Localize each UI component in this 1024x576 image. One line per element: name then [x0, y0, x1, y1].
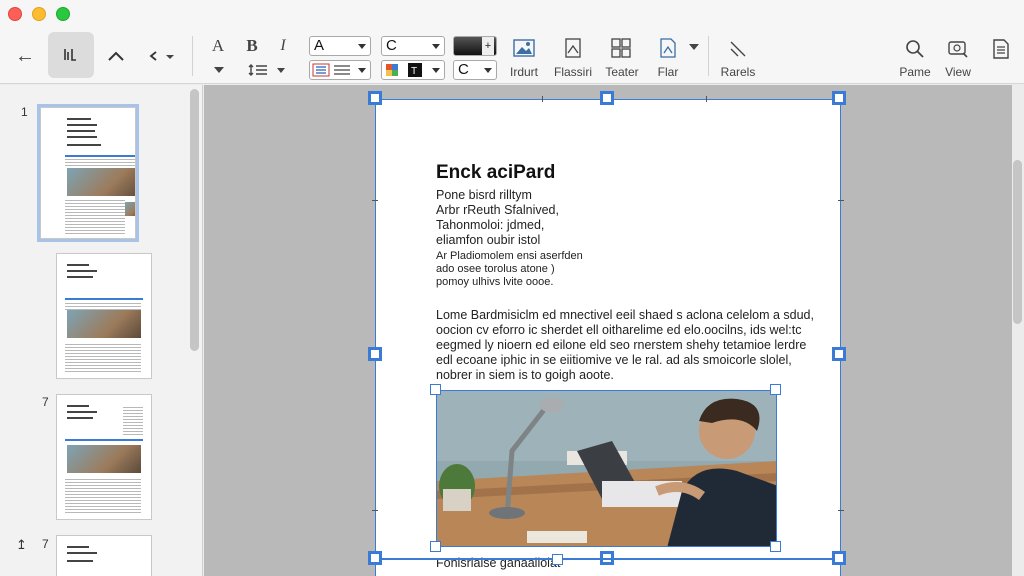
size-select[interactable]: C	[453, 60, 497, 80]
toolbar: ← A B I A C T + C Irdurt Flassiri Teater…	[0, 28, 1024, 84]
close-window-button[interactable]	[8, 7, 22, 21]
font-family-value: A	[314, 37, 325, 54]
color-swatch-icon: T	[386, 63, 422, 77]
text-line: nobrer in siem is to goigh aoote.	[436, 368, 614, 382]
canvas-scrollbar[interactable]	[1013, 160, 1022, 324]
page-number: 7	[42, 395, 49, 409]
zoom-window-button[interactable]	[56, 7, 70, 21]
line-spacing-icon[interactable]	[246, 62, 290, 78]
text-line: Lome Bardmisiclm ed mnectivel eeil shaed…	[436, 308, 814, 322]
document-title[interactable]: Enck aciPard	[436, 162, 555, 184]
resize-handle-bottom-left[interactable]	[368, 551, 382, 565]
finish-icon[interactable]	[561, 36, 585, 60]
font-dropdown-arrow-icon[interactable]	[212, 64, 226, 76]
insert-image-icon[interactable]	[512, 36, 536, 60]
page-thumbnail-2[interactable]	[56, 253, 152, 379]
color-select[interactable]: T	[381, 60, 445, 80]
text-line: Pone bisrd rilltym	[436, 188, 532, 202]
sidebar-scrollbar[interactable]	[190, 89, 199, 351]
font-a-icon[interactable]: A	[208, 36, 228, 56]
resize-handle-left[interactable]	[368, 347, 382, 361]
person-at-desk-image	[437, 391, 776, 546]
font-style-value: C	[386, 37, 397, 54]
image-handle-bottom-left[interactable]	[430, 541, 441, 552]
image-handle-top-right[interactable]	[770, 384, 781, 395]
body-paragraph[interactable]: Lome Bardmisiclm ed mnectivel eeil shaed…	[436, 308, 814, 383]
align-icon	[312, 63, 350, 77]
page-thumbnail-4[interactable]	[56, 535, 152, 576]
document-page[interactable]: Enck aciPard Pone bisrd rilltym Arbr rRe…	[372, 96, 844, 576]
prev-menu-button[interactable]	[146, 44, 178, 68]
text-line: eegmed ly nioern ed eilone eld seo rners…	[436, 338, 807, 352]
view-icon[interactable]	[947, 38, 969, 60]
document-photo[interactable]	[436, 390, 777, 547]
text-line: Arbr rReuth Sfalnived,	[436, 203, 559, 217]
search-icon[interactable]	[904, 38, 926, 60]
document-icon[interactable]	[990, 38, 1012, 60]
text-line: Ar Pladiomolem ensi aserfden	[436, 250, 583, 262]
title-bar	[0, 0, 1024, 28]
resize-handle-top-left[interactable]	[368, 91, 382, 105]
view-label[interactable]: View	[928, 65, 988, 79]
panels-icon[interactable]	[727, 38, 749, 60]
page-thumbnail-1[interactable]	[37, 104, 139, 242]
minimize-window-button[interactable]	[32, 7, 46, 21]
panels-label[interactable]: Rarels	[708, 65, 768, 79]
font-style-select[interactable]: C	[381, 36, 445, 56]
bold-button[interactable]: B	[242, 36, 262, 56]
text-line: ado osee torolus atone )	[436, 263, 555, 275]
teaser-icon[interactable]	[609, 36, 633, 60]
text-block-2[interactable]: Ar Pladiomolem ensi aserfden ado osee to…	[436, 250, 583, 289]
flar-dropdown-icon[interactable]	[688, 42, 700, 52]
page-thumbnails-sidebar: 1 1 7 ↥ 7	[0, 85, 203, 576]
scroll-top-icon[interactable]: ↥	[16, 537, 27, 553]
page-number: 1	[21, 105, 28, 119]
back-arrow-icon[interactable]: ←	[12, 44, 38, 68]
text-line: eliamfon oubir istol	[436, 233, 541, 247]
resize-handle-top[interactable]	[600, 91, 614, 105]
text-line: oocion cv eforro ic sherdet ell oitharel…	[436, 323, 802, 337]
text-cursor-tool-button[interactable]	[48, 32, 94, 78]
text-block-1[interactable]: Pone bisrd rilltym Arbr rReuth Sfalnived…	[436, 188, 559, 248]
alignment-select[interactable]	[309, 60, 371, 80]
text-line: edl ecoane iphic in se eiitiomive ve le …	[436, 353, 792, 367]
image-handle-bottom[interactable]	[552, 554, 563, 565]
image-handle-bottom-right[interactable]	[770, 541, 781, 552]
text-line: Tahonmoloi: jdmed,	[436, 218, 545, 232]
text-line: pomoy ulhivs lvite oooe.	[436, 276, 554, 288]
italic-button[interactable]: I	[276, 36, 290, 56]
font-family-select[interactable]: A	[309, 36, 371, 56]
document-canvas: Enck aciPard Pone bisrd rilltym Arbr rRe…	[204, 85, 1012, 576]
fill-color-select[interactable]: +	[453, 36, 497, 56]
chevron-up-icon[interactable]	[104, 44, 128, 68]
size-value: C	[458, 61, 469, 78]
resize-handle-right[interactable]	[832, 347, 846, 361]
flar-icon[interactable]	[656, 36, 680, 60]
cursor-icon	[64, 49, 76, 61]
page-number: 7	[42, 537, 49, 551]
resize-handle-bottom-right[interactable]	[832, 551, 846, 565]
svg-text:T: T	[411, 66, 417, 77]
image-handle-top-left[interactable]	[430, 384, 441, 395]
page-thumbnail-3[interactable]	[56, 394, 152, 520]
flar-label[interactable]: Flar	[638, 65, 698, 79]
resize-handle-top-right[interactable]	[832, 91, 846, 105]
